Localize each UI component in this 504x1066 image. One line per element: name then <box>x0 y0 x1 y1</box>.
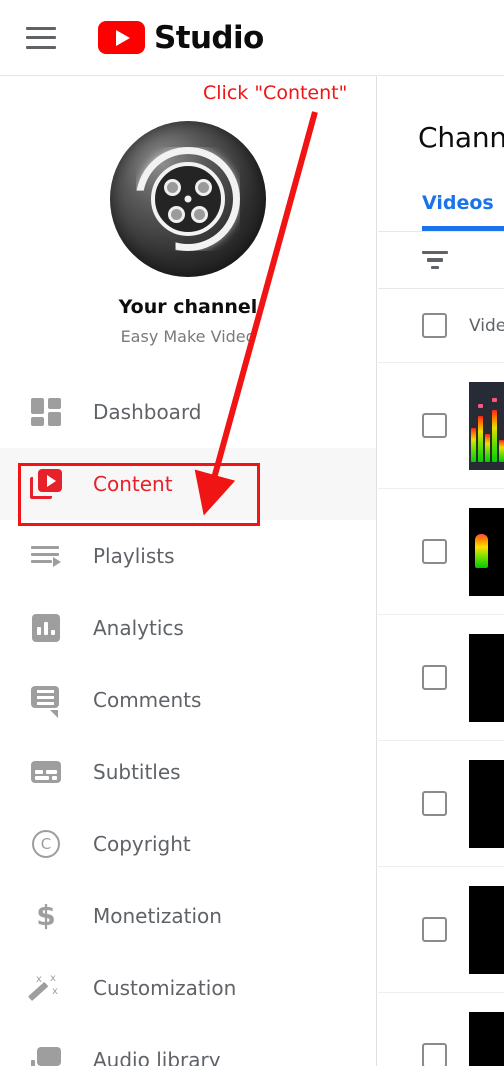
content-video-stack-icon <box>28 466 64 502</box>
table-row[interactable] <box>378 741 504 867</box>
sidebar-item-label: Playlists <box>93 544 175 568</box>
dollar-sign-icon: $ <box>36 899 56 932</box>
sidebar-item-label: Subtitles <box>93 760 181 784</box>
row-checkbox[interactable] <box>422 413 447 438</box>
channel-content-panel: Channel content Videos Video <box>378 75 504 1066</box>
analytics-bar-chart-icon <box>28 610 64 646</box>
video-thumbnail[interactable] <box>469 633 504 722</box>
sidebar-item-copyright[interactable]: C Copyright <box>0 808 376 880</box>
sidebar-item-label: Copyright <box>93 832 191 856</box>
comment-bubble-icon <box>28 682 64 718</box>
video-thumbnail[interactable] <box>469 1011 504 1066</box>
filter-funnel-icon[interactable] <box>422 251 448 269</box>
youtube-play-badge-icon <box>98 21 145 54</box>
hamburger-menu-icon[interactable] <box>26 26 56 49</box>
audio-library-icon <box>28 1042 64 1066</box>
sidebar-item-subtitles[interactable]: Subtitles <box>0 736 376 808</box>
sidebar: Your channel Easy Make Video Dashboard C… <box>0 75 377 1066</box>
row-checkbox[interactable] <box>422 539 447 564</box>
table-row[interactable] <box>378 993 504 1066</box>
table-row[interactable] <box>378 489 504 615</box>
video-thumbnail[interactable] <box>469 381 504 470</box>
film-reel-avatar[interactable] <box>110 121 266 277</box>
sidebar-item-audio-library[interactable]: Audio library <box>0 1024 376 1066</box>
channel-block: Your channel Easy Make Video <box>0 76 376 346</box>
copyright-c-icon: C <box>28 826 64 862</box>
table-row[interactable] <box>378 363 504 489</box>
sidebar-item-label: Audio library <box>93 1048 221 1066</box>
sidebar-item-dashboard[interactable]: Dashboard <box>0 376 376 448</box>
table-row[interactable] <box>378 615 504 741</box>
brand-text: Studio <box>154 19 264 56</box>
video-thumbnail[interactable] <box>469 885 504 974</box>
sidebar-item-label: Monetization <box>93 904 222 928</box>
table-row[interactable] <box>378 867 504 993</box>
row-checkbox[interactable] <box>422 791 447 816</box>
playlist-lines-icon <box>28 538 64 574</box>
your-channel-label: Your channel <box>118 296 258 318</box>
sidebar-nav: Dashboard Content Playlists Analytics Co… <box>0 376 376 1066</box>
tab-active-indicator <box>422 226 504 231</box>
sidebar-item-content[interactable]: Content <box>0 448 376 520</box>
sidebar-item-label: Dashboard <box>93 400 202 424</box>
sidebar-item-comments[interactable]: Comments <box>0 664 376 736</box>
tab-bar: Videos <box>422 192 504 231</box>
sidebar-item-label: Analytics <box>93 616 184 640</box>
select-all-checkbox[interactable] <box>422 313 447 338</box>
sidebar-item-label: Comments <box>93 688 202 712</box>
youtube-studio-screen: Studio Your channel Easy Make Video Dash… <box>0 0 504 1066</box>
row-checkbox[interactable] <box>422 917 447 942</box>
sidebar-item-customization[interactable]: xxx Customization <box>0 952 376 1024</box>
channel-name: Easy Make Video <box>120 327 256 346</box>
sidebar-item-monetization[interactable]: $ Monetization <box>0 880 376 952</box>
sidebar-item-playlists[interactable]: Playlists <box>0 520 376 592</box>
sidebar-item-analytics[interactable]: Analytics <box>0 592 376 664</box>
video-thumbnail[interactable] <box>469 759 504 848</box>
column-header-video: Video <box>469 315 504 336</box>
dashboard-grid-icon <box>28 394 64 430</box>
top-bar: Studio <box>0 0 504 75</box>
table-toolbar <box>378 231 504 289</box>
sidebar-item-label: Content <box>93 472 173 496</box>
row-checkbox[interactable] <box>422 665 447 690</box>
table-header-row: Video <box>378 289 504 363</box>
sidebar-item-label: Customization <box>93 976 237 1000</box>
tab-videos[interactable]: Videos <box>422 192 504 214</box>
studio-logo[interactable]: Studio <box>98 20 264 56</box>
magic-wand-icon: xxx <box>27 970 64 1006</box>
video-thumbnail[interactable] <box>469 507 504 596</box>
row-checkbox[interactable] <box>422 1043 447 1066</box>
page-title: Channel content <box>418 121 504 154</box>
subtitles-caption-icon <box>28 754 64 790</box>
